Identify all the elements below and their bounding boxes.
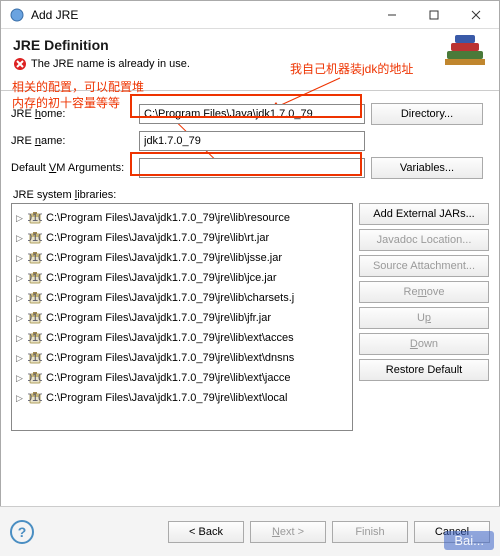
up-button[interactable]: Up bbox=[359, 307, 489, 329]
expand-icon[interactable]: ▷ bbox=[16, 393, 28, 404]
svg-text:010: 010 bbox=[28, 312, 42, 324]
svg-text:010: 010 bbox=[28, 252, 42, 264]
remove-button[interactable]: Remove bbox=[359, 281, 489, 303]
vm-args-label: Default VM Arguments: bbox=[11, 162, 133, 174]
jre-name-input[interactable] bbox=[139, 131, 365, 151]
svg-text:010: 010 bbox=[28, 292, 42, 304]
jar-item[interactable]: ▷010 C:\Program Files\Java\jdk1.7.0_79\jr… bbox=[14, 288, 350, 308]
jar-path: C:\Program Files\Java\jdk1.7.0_79\jre\li… bbox=[46, 312, 271, 324]
expand-icon[interactable]: ▷ bbox=[16, 293, 28, 304]
expand-icon[interactable]: ▷ bbox=[16, 373, 28, 384]
jar-item[interactable]: ▷010 C:\Program Files\Java\jdk1.7.0_79\jr… bbox=[14, 228, 350, 248]
help-button[interactable]: ? bbox=[10, 520, 34, 544]
vm-args-input[interactable] bbox=[139, 158, 365, 178]
expand-icon[interactable]: ▷ bbox=[16, 233, 28, 244]
svg-text:010: 010 bbox=[28, 392, 42, 404]
next-button[interactable]: Next > bbox=[250, 521, 326, 543]
jre-name-label: JRE name: bbox=[11, 135, 133, 147]
jar-path: C:\Program Files\Java\jdk1.7.0_79\jre\li… bbox=[46, 392, 288, 404]
books-icon bbox=[441, 35, 489, 75]
expand-icon[interactable]: ▷ bbox=[16, 273, 28, 284]
jar-path: C:\Program Files\Java\jdk1.7.0_79\jre\li… bbox=[46, 272, 276, 284]
wizard-footer: ? < Back Next > Finish Cancel bbox=[0, 506, 500, 556]
svg-text:010: 010 bbox=[28, 332, 42, 344]
jar-path: C:\Program Files\Java\jdk1.7.0_79\jre\li… bbox=[46, 292, 294, 304]
maximize-button[interactable] bbox=[413, 1, 455, 29]
jar-item[interactable]: ▷010 C:\Program Files\Java\jdk1.7.0_79\jr… bbox=[14, 388, 350, 408]
svg-text:010: 010 bbox=[28, 352, 42, 364]
wizard-banner: JRE Definition The JRE name is already i… bbox=[1, 29, 499, 91]
system-libraries-tree[interactable]: ▷010C:\Program Files\Java\jdk1.7.0_79\jr… bbox=[11, 203, 353, 431]
jar-path: C:\Program Files\Java\jdk1.7.0_79\jre\li… bbox=[46, 252, 282, 264]
jre-home-input[interactable] bbox=[139, 104, 365, 124]
finish-button[interactable]: Finish bbox=[332, 521, 408, 543]
cancel-button[interactable]: Cancel bbox=[414, 521, 490, 543]
jar-item[interactable]: ▷010 C:\Program Files\Java\jdk1.7.0_79\jr… bbox=[14, 368, 350, 388]
javadoc-location-button[interactable]: Javadoc Location... bbox=[359, 229, 489, 251]
down-button[interactable]: Down bbox=[359, 333, 489, 355]
jre-home-label: JRE home: bbox=[11, 108, 133, 120]
jar-path: C:\Program Files\Java\jdk1.7.0_79\jre\li… bbox=[46, 232, 269, 244]
svg-text:010: 010 bbox=[28, 212, 42, 224]
add-external-jars-button[interactable]: Add External JARs... bbox=[359, 203, 489, 225]
svg-text:010: 010 bbox=[28, 372, 42, 384]
error-text: The JRE name is already in use. bbox=[31, 58, 190, 70]
svg-text:010: 010 bbox=[28, 272, 42, 284]
window-titlebar: Add JRE bbox=[1, 1, 499, 29]
error-icon bbox=[13, 57, 27, 71]
svg-text:010: 010 bbox=[28, 232, 42, 244]
source-attachment-button[interactable]: Source Attachment... bbox=[359, 255, 489, 277]
expand-icon[interactable]: ▷ bbox=[16, 213, 28, 224]
expand-icon[interactable]: ▷ bbox=[16, 253, 28, 264]
jar-item[interactable]: ▷010 C:\Program Files\Java\jdk1.7.0_79\jr… bbox=[14, 328, 350, 348]
restore-default-button[interactable]: Restore Default bbox=[359, 359, 489, 381]
system-libraries-label: JRE system libraries: bbox=[13, 189, 489, 201]
jar-path: C:\Program Files\Java\jdk1.7.0_79\jre\li… bbox=[46, 332, 294, 344]
banner-heading: JRE Definition bbox=[13, 37, 487, 53]
jar-item[interactable]: ▷010 C:\Program Files\Java\jdk1.7.0_79\jr… bbox=[14, 248, 350, 268]
expand-icon[interactable]: ▷ bbox=[16, 333, 28, 344]
jar-path: C:\Program Files\Java\jdk1.7.0_79\jre\li… bbox=[46, 372, 291, 384]
jar-path: C:\Program Files\Java\jdk1.7.0_79\jre\li… bbox=[46, 212, 290, 224]
directory-button[interactable]: Directory... bbox=[371, 103, 483, 125]
jar-item[interactable]: ▷010 C:\Program Files\Java\jdk1.7.0_79\jr… bbox=[14, 268, 350, 288]
app-icon bbox=[9, 7, 25, 23]
expand-icon[interactable]: ▷ bbox=[16, 313, 28, 324]
minimize-button[interactable] bbox=[371, 1, 413, 29]
expand-icon[interactable]: ▷ bbox=[16, 353, 28, 364]
window-title: Add JRE bbox=[31, 8, 371, 22]
close-button[interactable] bbox=[455, 1, 497, 29]
jar-item[interactable]: ▷010 C:\Program Files\Java\jdk1.7.0_79\jr… bbox=[14, 308, 350, 328]
variables-button[interactable]: Variables... bbox=[371, 157, 483, 179]
jar-item[interactable]: ▷010 C:\Program Files\Java\jdk1.7.0_79\jr… bbox=[14, 208, 350, 228]
back-button[interactable]: < Back bbox=[168, 521, 244, 543]
jar-item[interactable]: ▷010 C:\Program Files\Java\jdk1.7.0_79\jr… bbox=[14, 348, 350, 368]
jar-path: C:\Program Files\Java\jdk1.7.0_79\jre\li… bbox=[46, 352, 294, 364]
